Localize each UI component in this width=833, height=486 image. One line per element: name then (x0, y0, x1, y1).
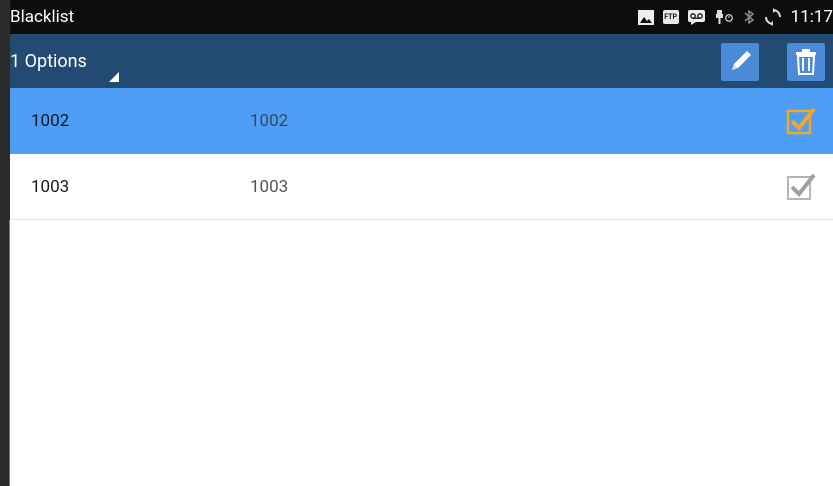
ftp-icon: FTP (662, 10, 679, 24)
screen-title: Blacklist (10, 7, 75, 27)
voicemail-icon (687, 9, 705, 25)
app-window: Blacklist FTP 11:17 1 Options 1002 1002 … (0, 0, 833, 486)
contact-name: 1002 (31, 110, 70, 131)
contact-number: 1002 (250, 110, 289, 131)
status-icons: FTP 11:17 (637, 7, 833, 27)
checkbox-checked-icon[interactable] (785, 104, 817, 136)
list-item[interactable]: 1002 1002 (10, 88, 833, 154)
sync-icon (764, 8, 782, 26)
delete-button[interactable] (787, 43, 825, 81)
contact-number: 1003 (250, 176, 289, 197)
pencil-icon (732, 51, 751, 70)
clock: 11:17 (790, 7, 833, 27)
status-bar: Blacklist FTP 11:17 (10, 0, 833, 34)
options-label: 1 Options (10, 50, 87, 72)
bluetooth-icon (743, 9, 755, 25)
blacklist-list: 1002 1002 1003 1003 (10, 88, 833, 220)
usb-debug-icon (714, 9, 734, 25)
left-edge (0, 0, 10, 486)
image-icon (637, 9, 654, 25)
checkbox-unchecked-icon[interactable] (785, 170, 817, 202)
trash-icon (796, 49, 816, 75)
options-dropdown[interactable]: 1 Options (10, 50, 119, 82)
dropdown-triangle-icon (108, 71, 119, 82)
list-item[interactable]: 1003 1003 (10, 154, 833, 220)
action-bar: 1 Options (10, 34, 833, 88)
edit-button[interactable] (721, 43, 759, 81)
contact-name: 1003 (31, 176, 70, 197)
